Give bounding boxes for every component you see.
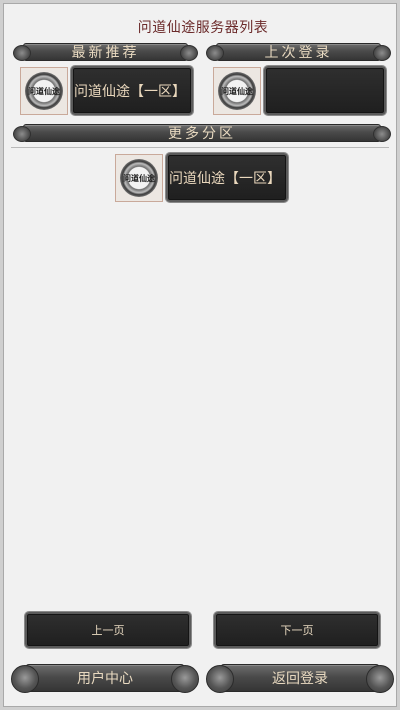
server-logo-icon: 问道仙途 [218,72,256,110]
recommended-banner: 最新推荐 [13,42,198,62]
server-list-item[interactable]: 问道仙途【一区】 [166,153,288,202]
more-zones-banner-label: 更多分区 [168,126,236,142]
recommended-banner-label: 最新推荐 [71,45,140,61]
server-logo-icon: 问道仙途 [120,159,158,197]
last-login-server-button[interactable] [264,66,386,115]
server-logo-last-login: 问道仙途 [213,67,261,115]
prev-page-button[interactable]: 上一页 [25,612,191,648]
back-login-label: 返回登录 [272,671,328,687]
divider [11,147,389,148]
server-list-window: 问道仙途服务器列表 最新推荐 上次登录 问道仙途 问道仙途【一区】 问道仙途 更… [0,0,400,710]
recommended-server-button[interactable]: 问道仙途【一区】 [71,66,193,115]
server-logo-zone: 问道仙途 [115,154,163,202]
last-login-banner-label: 上次登录 [264,45,333,61]
server-list-item-name: 问道仙途【一区】 [169,170,281,187]
back-login-button[interactable]: 返回登录 [206,661,394,695]
server-logo-recommended: 问道仙途 [20,67,68,115]
recommended-server-name: 问道仙途【一区】 [74,83,186,100]
prev-page-label: 上一页 [91,624,125,637]
server-logo-icon: 问道仙途 [25,72,63,110]
next-page-label: 下一页 [280,624,314,637]
user-center-button[interactable]: 用户中心 [11,661,199,695]
more-zones-banner: 更多分区 [13,123,391,143]
last-login-banner: 上次登录 [206,42,391,62]
user-center-label: 用户中心 [77,671,133,687]
page-title: 问道仙途服务器列表 [137,20,269,36]
next-page-button[interactable]: 下一页 [214,612,380,648]
